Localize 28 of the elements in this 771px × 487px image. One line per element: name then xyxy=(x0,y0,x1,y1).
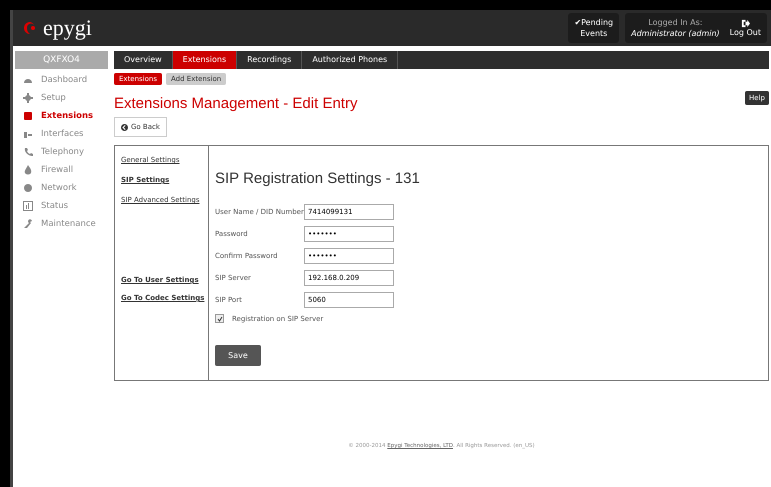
sidebar-item[interactable]: Firewall xyxy=(15,161,108,179)
wrench-icon xyxy=(23,219,33,229)
gear-icon xyxy=(23,93,33,103)
logout-icon xyxy=(740,19,750,28)
user-name: Administrator (admin) xyxy=(631,28,720,39)
phone-icon xyxy=(23,147,33,157)
sidebar-item[interactable]: Telephony xyxy=(15,143,108,161)
tab[interactable]: Recordings xyxy=(237,51,302,69)
sidebar-item[interactable]: Setup xyxy=(15,89,108,107)
logout-button[interactable]: Log Out xyxy=(730,19,761,37)
logged-in-label: Logged In As: xyxy=(648,17,702,28)
sidebar-item[interactable]: Interfaces xyxy=(15,125,108,143)
sidebar-item[interactable]: Extensions xyxy=(15,107,108,125)
tab[interactable]: Extensions xyxy=(172,51,238,69)
sidebar-item[interactable]: Status xyxy=(15,197,108,215)
pending-events-button[interactable]: ✔Pending Events xyxy=(568,13,620,43)
logo-text: epygi xyxy=(43,15,92,41)
form-title: SIP Registration Settings - 131 xyxy=(215,170,421,187)
sidebar-item[interactable]: Maintenance xyxy=(15,215,108,233)
page-title: Extensions Management - Edit Entry xyxy=(114,95,358,112)
sidebar-item[interactable]: Dashboard xyxy=(15,71,108,89)
device-name: QXFXO4 xyxy=(15,51,108,69)
chart-icon xyxy=(23,201,33,211)
back-arrow-icon xyxy=(121,124,128,130)
sidebar-item[interactable]: Network xyxy=(15,179,108,197)
checkbox[interactable] xyxy=(215,314,224,323)
save-button[interactable]: Save xyxy=(215,345,261,366)
tab[interactable]: Authorized Phones xyxy=(302,51,398,69)
